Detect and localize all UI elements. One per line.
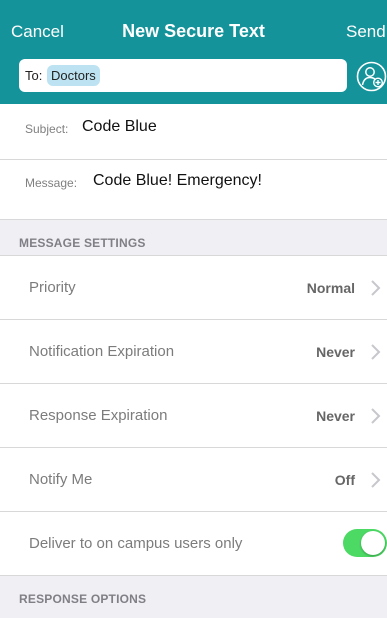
- response-expiration-value: Never: [316, 408, 355, 424]
- subject-field[interactable]: Subject: Code Blue: [0, 104, 387, 160]
- priority-value: Normal: [306, 280, 355, 296]
- notification-expiration-label: Notification Expiration: [29, 343, 175, 360]
- response-expiration-label: Response Expiration: [29, 407, 168, 424]
- priority-row[interactable]: Priority Normal: [0, 256, 387, 320]
- recipient-chip[interactable]: Doctors: [47, 65, 100, 86]
- message-field[interactable]: Message: Code Blue! Emergency!: [0, 160, 387, 220]
- subject-value[interactable]: Code Blue: [82, 118, 157, 136]
- subject-label: Subject:: [25, 122, 69, 136]
- chevron-right-icon: [371, 280, 381, 296]
- chevron-right-icon: [371, 472, 381, 488]
- message-settings-header: MESSAGE SETTINGS: [0, 220, 387, 256]
- response-expiration-row[interactable]: Response Expiration Never: [0, 384, 387, 448]
- message-value[interactable]: Code Blue! Emergency!: [93, 172, 262, 190]
- message-settings-title: MESSAGE SETTINGS: [19, 236, 146, 250]
- message-label: Message:: [25, 176, 78, 190]
- response-options-title: RESPONSE OPTIONS: [19, 592, 147, 606]
- chevron-right-icon: [371, 408, 381, 424]
- response-options-header: RESPONSE OPTIONS: [0, 576, 387, 618]
- nav-bar: Cancel New Secure Text Send To: Doctors: [0, 0, 387, 104]
- notify-me-row[interactable]: Notify Me Off: [0, 448, 387, 512]
- campus-only-row: Deliver to on campus users only: [0, 512, 387, 576]
- send-button[interactable]: Send: [346, 22, 386, 42]
- priority-label: Priority: [29, 279, 76, 296]
- to-label: To:: [25, 68, 43, 83]
- notification-expiration-value: Never: [316, 344, 355, 360]
- notification-expiration-row[interactable]: Notification Expiration Never: [0, 320, 387, 384]
- add-contact-icon[interactable]: [356, 61, 387, 92]
- notify-me-value: Off: [334, 472, 355, 488]
- to-field[interactable]: To: Doctors: [19, 59, 347, 92]
- notify-me-label: Notify Me: [29, 471, 93, 488]
- campus-only-toggle[interactable]: [343, 529, 387, 557]
- chevron-right-icon: [371, 344, 381, 360]
- toggle-knob: [361, 531, 385, 555]
- page-title: New Secure Text: [122, 21, 265, 41]
- campus-only-label: Deliver to on campus users only: [29, 535, 243, 552]
